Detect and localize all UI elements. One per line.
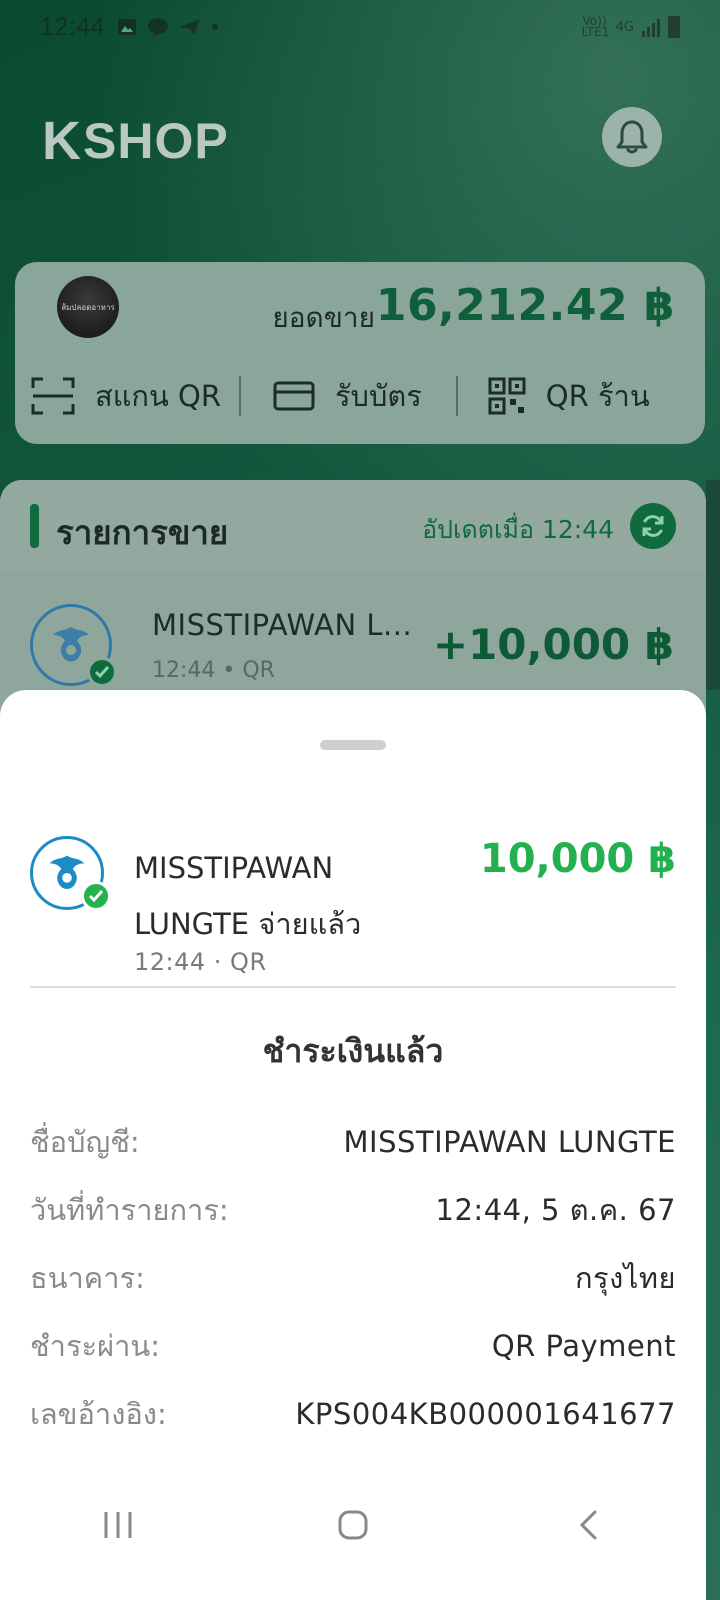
detail-value: KPS004KB000001641677 [295,1397,676,1431]
sheet-drag-handle[interactable] [320,740,386,750]
sales-list-header: รายการขาย อัปเดตเมื่อ 12:44 [0,480,706,572]
home-icon [338,1510,368,1540]
notification-button[interactable] [602,107,662,167]
line-chat-icon [148,18,169,37]
transaction-meta: 12:44 · QR [134,948,267,976]
detail-row-bank: ธนาคาร: กรุงไทย [30,1258,676,1298]
detail-label: ชื่อบัญชี: [30,1125,140,1159]
detail-value: QR Payment [491,1329,676,1363]
payer-name-paid: MISSTIPAWAN LUNGTE จ่ายแล้ว [134,851,362,941]
card-icon [273,380,315,412]
accept-card-label: รับบัตร [334,379,422,413]
battery-icon [668,16,680,38]
volte-label: Vo)) LTE1 [581,14,610,39]
sales-card: ส้มปลอดอาหาร ยอดขาย 16,212.42 ฿ สแกน QR … [15,262,705,444]
detail-label: เลขอ้างอิง: [30,1397,167,1431]
detail-value: กรุงไทย [575,1261,676,1295]
notification-icons [117,17,219,37]
detail-label: ชำระผ่าน: [30,1329,160,1363]
payment-status-title: ชำระเงินแล้ว [262,1032,444,1070]
status-time: 12:44 [40,12,106,41]
action-divider [455,376,458,416]
qr-code-icon [488,377,526,415]
network-label: 4G [615,19,634,35]
transaction-amount: 10,000 ฿ [479,836,676,882]
verified-check-icon [87,657,117,687]
kshop-logo: K SHOP [42,110,229,172]
shop-qr-button[interactable]: QR ร้าน [488,373,650,419]
payer-name: MISSTIPAWAN L... [152,608,413,642]
sales-amount: 16,212.42 ฿ [375,280,675,331]
accept-card-button[interactable]: รับบัตร [273,373,422,419]
refresh-button[interactable] [630,503,676,549]
scan-qr-label: สแกน QR [95,379,221,413]
detail-row-paid-via: ชำระผ่าน: QR Payment [30,1326,676,1366]
detail-label: วันที่ทำรายการ: [30,1193,229,1227]
action-divider [238,376,241,416]
sales-label: ยอดขาย [272,301,375,334]
transaction-meta: 12:44 • QR [152,658,275,683]
detail-row-reference: เลขอ้างอิง: KPS004KB000001641677 [30,1394,676,1434]
gallery-icon [118,19,137,35]
bell-icon [616,120,648,154]
recents-button[interactable] [78,1495,158,1555]
refresh-icon [642,515,664,537]
last-updated: อัปเดตเมื่อ 12:44 [422,515,614,544]
detail-row-account-name: ชื่อบัญชี: MISSTIPAWAN LUNGTE [30,1122,676,1162]
bank-logo [30,836,111,911]
bank-logo [30,604,117,687]
back-button[interactable] [548,1495,628,1555]
shop-qr-label: QR ร้าน [545,379,650,413]
sales-list-title: รายการขาย [56,513,229,552]
signal-icon [642,17,660,37]
logo-text: SHOP [83,113,229,169]
shop-avatar[interactable]: ส้มปลอดอาหาร [57,276,119,338]
detail-label: ธนาคาร: [30,1261,145,1295]
detail-value: 12:44, 5 ต.ค. 67 [435,1193,676,1227]
detail-value: MISSTIPAWAN LUNGTE [343,1125,676,1159]
send-icon [180,19,201,35]
dot-icon [212,24,219,30]
recents-icon [104,1512,132,1538]
detail-row-date: วันที่ทำรายการ: 12:44, 5 ต.ค. 67 [30,1190,676,1230]
avatar-text: ส้มปลอดอาหาร [61,302,115,312]
title-accent-bar [30,504,39,548]
status-bar: 12:44 Vo)) LTE1 4G [40,10,680,44]
transaction-amount: +10,000 ฿ [432,620,674,669]
scan-qr-button[interactable]: สแกน QR [31,373,221,419]
system-nav-bar [0,1490,706,1560]
quick-actions: สแกน QR รับบัตร QR ร้าน [15,372,705,420]
transaction-detail-sheet: MISSTIPAWAN LUNGTE จ่ายแล้ว 12:44 · QR 1… [0,690,706,1600]
divider [30,986,676,988]
back-icon [580,1510,597,1540]
system-icons: Vo)) LTE1 4G [581,14,680,39]
right-edge [706,480,720,690]
scan-qr-icon [31,376,75,416]
verified-check-icon [81,881,111,911]
logo-k: K [42,111,81,171]
home-button[interactable] [313,1495,393,1555]
